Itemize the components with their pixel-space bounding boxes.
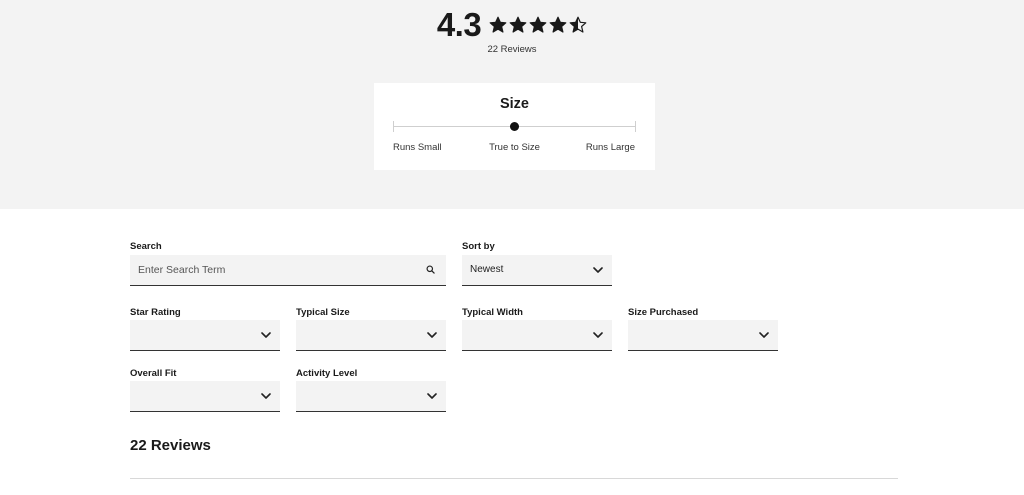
- star-icon: [489, 16, 507, 33]
- activity-level-select[interactable]: [296, 381, 446, 412]
- chevron-down-icon: [593, 332, 603, 338]
- reviews-divider: [130, 478, 898, 479]
- chevron-down-icon: [759, 332, 769, 338]
- typical-width-label: Typical Width: [462, 307, 523, 318]
- chevron-down-icon: [427, 393, 437, 399]
- runs-large-label: Runs Large: [585, 142, 635, 153]
- star-icon: [509, 16, 527, 33]
- activity-level-label: Activity Level: [296, 368, 358, 379]
- search-label: Search: [130, 241, 162, 252]
- search-placeholder: Enter Search Term: [138, 264, 226, 276]
- overall-fit-label: Overall Fit: [130, 368, 177, 379]
- star-icon: [569, 16, 587, 33]
- star-rating-display: [489, 16, 587, 34]
- sort-by-label: Sort by: [462, 241, 495, 252]
- chevron-down-icon: [261, 393, 271, 399]
- star-rating-select[interactable]: [130, 320, 280, 351]
- star-icon: [549, 16, 567, 33]
- review-count: 22 Reviews: [487, 44, 537, 55]
- sort-by-value: Newest: [470, 264, 504, 275]
- chevron-down-icon: [261, 332, 271, 338]
- size-fit-marker: [510, 122, 519, 131]
- typical-size-label: Typical Size: [296, 307, 350, 318]
- overall-fit-select[interactable]: [130, 381, 280, 412]
- size-fit-tick-end: [635, 121, 636, 132]
- size-fit-card: Size Runs Small True to Size Runs Large: [374, 83, 655, 170]
- rating-summary: 4.3: [0, 6, 1024, 44]
- typical-width-select[interactable]: [462, 320, 612, 351]
- star-icon: [529, 16, 547, 33]
- average-rating: 4.3: [436, 6, 482, 43]
- size-fit-title: Size: [499, 96, 529, 112]
- size-fit-tick-start: [393, 121, 394, 132]
- chevron-down-icon: [593, 267, 603, 273]
- typical-size-select[interactable]: [296, 320, 446, 351]
- star-rating-label: Star Rating: [130, 307, 181, 318]
- size-purchased-select[interactable]: [628, 320, 778, 351]
- sort-by-select[interactable]: Newest: [462, 255, 612, 286]
- chevron-down-icon: [427, 332, 437, 338]
- size-purchased-label: Size Purchased: [628, 307, 699, 318]
- reviews-heading: 22 Reviews: [130, 437, 211, 454]
- search-icon[interactable]: [426, 265, 435, 274]
- search-input[interactable]: Enter Search Term: [130, 255, 446, 286]
